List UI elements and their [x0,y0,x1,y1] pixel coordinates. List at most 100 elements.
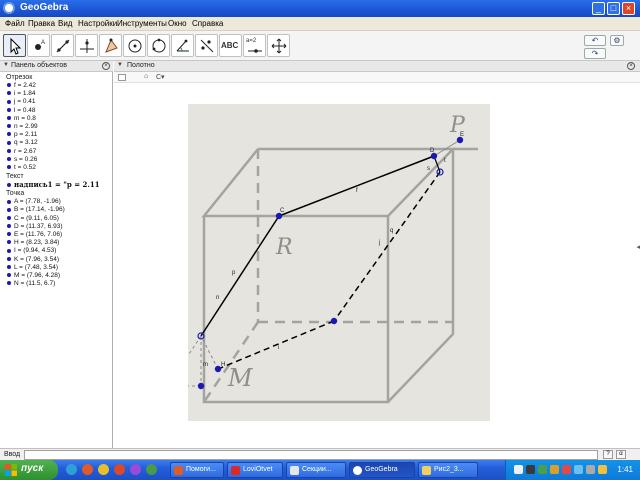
quick-launch-chrome-icon[interactable] [98,464,109,475]
point-i[interactable] [330,317,338,325]
task-pomogi[interactable]: Помоги... [170,462,224,478]
object-visibility-icon[interactable] [7,107,11,112]
list-item[interactable]: f = 2.42 [0,82,113,90]
object-visibility-icon[interactable] [7,140,11,145]
object-visibility-icon[interactable] [7,116,11,121]
task-lovi-otvet[interactable]: LoviOtvet [227,462,283,478]
reflect-tool-button[interactable] [195,34,218,57]
graphics-close-icon[interactable]: × [627,62,635,70]
object-visibility-icon[interactable] [7,256,11,261]
list-item[interactable]: j = 0.41 [0,98,113,106]
task-ris2[interactable]: Рис2_3... [418,462,478,478]
list-item[interactable]: l = 0.48 [0,107,113,115]
list-item[interactable]: m = 0.8 [0,115,113,123]
task-geogebra[interactable]: GeoGebra [349,462,415,478]
object-visibility-icon[interactable] [7,265,11,270]
menu-edit[interactable]: Правка [28,19,55,28]
tray-lang-icon[interactable] [514,465,523,474]
list-item[interactable]: E = (11.76, 7.06) [0,231,113,239]
object-visibility-icon[interactable] [7,156,11,161]
tray-misc-icon[interactable] [598,465,607,474]
object-visibility-icon[interactable] [7,124,11,129]
maximize-button[interactable]: □ [607,2,620,15]
undo-button[interactable]: ↶ [584,35,606,46]
list-item[interactable]: C = (9.11, 6.05) [0,215,113,223]
category-point[interactable]: Точка [0,189,113,198]
object-visibility-icon[interactable] [7,183,11,188]
tray-volume-icon[interactable] [574,465,583,474]
category-segment[interactable]: Отрезок [0,73,113,82]
list-item[interactable]: s = 0.26 [0,156,113,164]
object-visibility-icon[interactable] [7,83,11,88]
list-item[interactable]: надпись1 = "p = 2.11 [0,180,113,189]
list-item[interactable]: L = (7.48, 3.54) [0,264,113,272]
circle-three-points-tool-button[interactable] [147,34,170,57]
menu-view[interactable]: Вид [58,19,72,28]
tray-app-icon[interactable] [526,465,535,474]
graphics-menu-arrow-icon[interactable]: ▼ [117,62,123,68]
perpendicular-tool-button[interactable] [75,34,98,57]
quick-launch-browser-icon[interactable] [66,464,77,475]
tray-antivirus-icon[interactable] [562,465,571,474]
menu-settings[interactable]: Настройки [78,19,117,28]
cube-figure[interactable]: P R M C D E H f p n q j i m s t [188,104,490,421]
home-icon[interactable]: ⌂ [144,73,148,80]
menu-help[interactable]: Справка [192,19,223,28]
object-visibility-icon[interactable] [7,132,11,137]
move-tool-button[interactable] [3,34,26,57]
menu-file[interactable]: Файл [5,19,25,28]
view-options-dropdown[interactable]: C▾ [156,73,165,81]
object-visibility-icon[interactable] [7,99,11,104]
move-view-tool-button[interactable] [267,34,290,57]
list-item[interactable]: K = (7.96, 3.54) [0,256,113,264]
list-item[interactable]: M = (7.96, 4.28) [0,272,113,280]
list-item[interactable]: i = 1.84 [0,90,113,98]
polygon-tool-button[interactable] [99,34,122,57]
input-field[interactable] [24,450,598,460]
list-item[interactable]: A = (7.78, -1.96) [0,198,113,206]
text-tool-button[interactable]: ABC [219,34,242,57]
circle-tool-button[interactable] [123,34,146,57]
redo-button[interactable]: ↷ [584,48,606,59]
side-panel-arrow-icon[interactable]: ◂ [636,243,640,251]
tray-security-icon[interactable] [550,465,559,474]
input-symbols-icon[interactable]: α [616,450,626,459]
list-item[interactable]: D = (11.37, 6.93) [0,223,113,231]
settings-icon[interactable]: ⚙ [610,35,624,46]
point-tool-button[interactable]: A [27,34,50,57]
panel-close-icon[interactable]: × [102,62,110,70]
close-button[interactable]: × [622,2,635,15]
object-visibility-icon[interactable] [7,91,11,96]
quick-launch-viewer-icon[interactable] [130,464,141,475]
slider-tool-button[interactable]: a=2 [243,34,266,57]
menu-window[interactable]: Окно [168,19,187,28]
tray-update-icon[interactable] [586,465,595,474]
point-k[interactable] [197,382,205,390]
list-item[interactable]: I = (9.94, 4.53) [0,247,113,255]
object-visibility-icon[interactable] [7,215,11,220]
list-item[interactable]: n = 2.99 [0,123,113,131]
object-visibility-icon[interactable] [7,199,11,204]
start-button[interactable]: пуск [0,460,58,480]
panel-menu-arrow-icon[interactable]: ▼ [3,62,9,68]
object-visibility-icon[interactable] [7,165,11,170]
toggle-axes-icon[interactable] [118,74,126,81]
list-item[interactable]: r = 2.67 [0,148,113,156]
list-item[interactable]: p = 2.11 [0,131,113,139]
quick-launch-opera-icon[interactable] [82,464,93,475]
object-visibility-icon[interactable] [7,273,11,278]
minimize-button[interactable]: _ [592,2,605,15]
object-visibility-icon[interactable] [7,224,11,229]
list-item[interactable]: H = (8.23, 3.84) [0,239,113,247]
list-item[interactable]: B = (17.14, -1.96) [0,206,113,214]
object-visibility-icon[interactable] [7,148,11,153]
tray-network-icon[interactable] [538,465,547,474]
object-visibility-icon[interactable] [7,207,11,212]
object-visibility-icon[interactable] [7,232,11,237]
list-item[interactable]: t = 0.52 [0,164,113,172]
object-visibility-icon[interactable] [7,248,11,253]
line-tool-button[interactable] [51,34,74,57]
list-item[interactable]: N = (11.5, 6.7) [0,280,113,288]
angle-tool-button[interactable] [171,34,194,57]
list-item[interactable]: q = 3.12 [0,139,113,147]
